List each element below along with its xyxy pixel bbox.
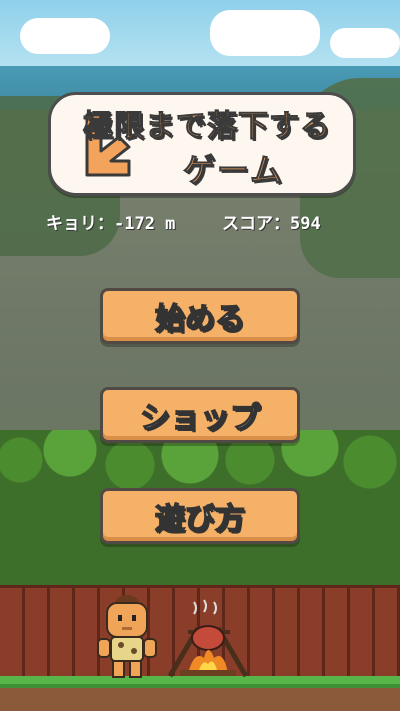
game-title-panel: 極限まで落下する ゲーム (48, 92, 356, 196)
start-button[interactable]: 始める (100, 288, 300, 344)
game-title-line2: ゲーム (182, 151, 285, 190)
sky-background (0, 0, 400, 70)
how-to-play-button[interactable]: 遊び方 (100, 488, 300, 544)
caveman-character (97, 595, 157, 678)
game-title-line1: 極限まで落下する (83, 109, 331, 145)
campfire-icon (167, 599, 249, 678)
grass-ground (0, 676, 400, 711)
shop-button[interactable]: ショップ (100, 387, 300, 443)
distance-readout: キョリ：-172 m (46, 214, 176, 234)
score-readout: スコア：594 (222, 214, 321, 234)
